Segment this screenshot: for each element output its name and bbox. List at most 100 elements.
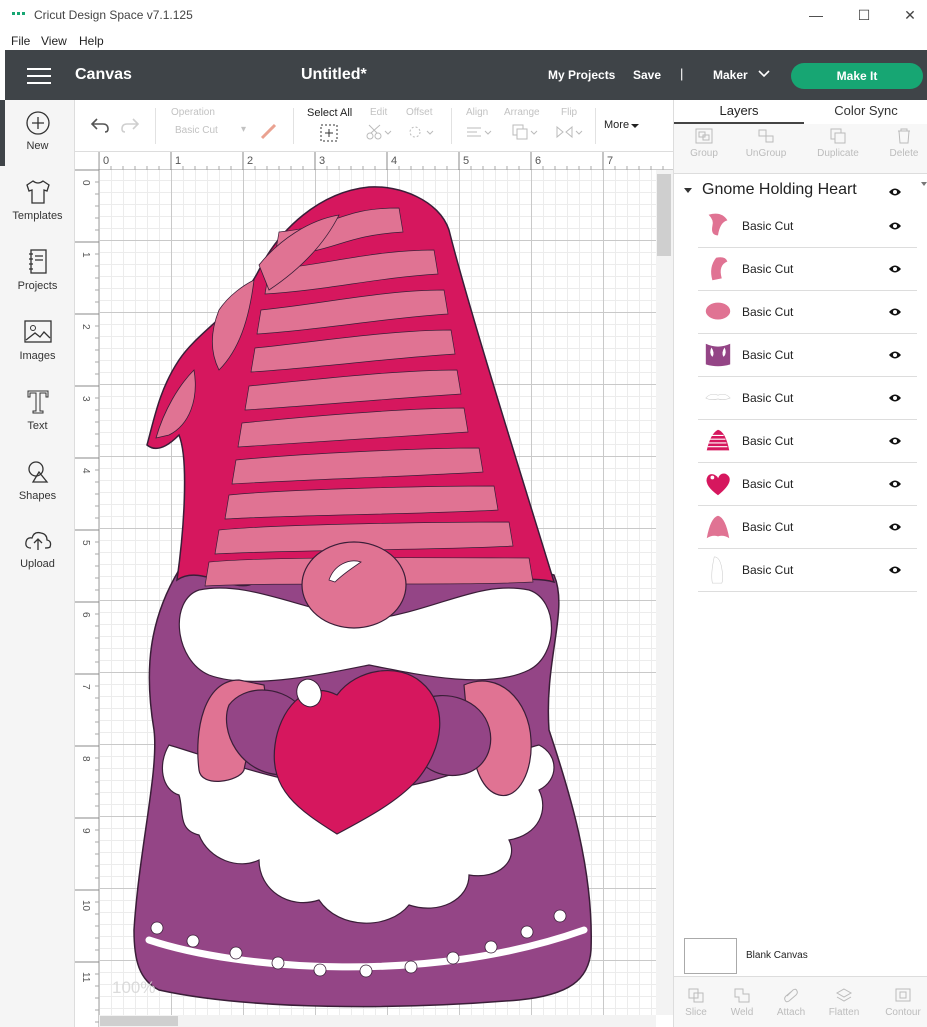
delete-button[interactable]: Delete bbox=[874, 128, 927, 159]
attach-button[interactable]: Attach bbox=[761, 987, 821, 1018]
eye-icon[interactable] bbox=[888, 221, 902, 231]
trim-dot bbox=[446, 951, 460, 965]
paperclip-icon bbox=[784, 988, 798, 1003]
edit-scissors-icon[interactable] bbox=[365, 124, 393, 140]
sidebar-item-templates[interactable]: Templates bbox=[0, 178, 75, 238]
sidebar-item-images[interactable]: Images bbox=[0, 318, 75, 378]
sidebar-label-images: Images bbox=[19, 350, 56, 362]
close-button[interactable]: ✕ bbox=[890, 4, 927, 26]
eye-icon[interactable] bbox=[888, 479, 902, 489]
tshirt-icon bbox=[25, 180, 50, 204]
more-caret-icon[interactable] bbox=[630, 123, 640, 129]
eye-icon[interactable] bbox=[888, 522, 902, 532]
select-all-icon[interactable] bbox=[320, 124, 338, 142]
menu-view[interactable]: View bbox=[41, 34, 67, 48]
layer-row[interactable]: Basic Cut bbox=[698, 506, 917, 549]
mustache-thumb-icon bbox=[705, 393, 731, 400]
layer-label: Basic Cut bbox=[742, 434, 794, 448]
eye-icon[interactable] bbox=[888, 393, 902, 403]
layer-row[interactable]: Basic Cut bbox=[698, 420, 917, 463]
menu-file[interactable]: File bbox=[11, 34, 30, 48]
layer-group-row[interactable]: Gnome Holding Heart bbox=[674, 178, 914, 204]
undo-icon[interactable] bbox=[89, 116, 111, 134]
cloud-upload-icon bbox=[24, 531, 51, 550]
minimize-button[interactable]: — bbox=[796, 4, 836, 26]
machine-selector[interactable]: Maker bbox=[713, 68, 748, 82]
make-it-button[interactable]: Make It bbox=[791, 63, 923, 89]
arrange-icon[interactable] bbox=[511, 123, 539, 141]
layer-row[interactable]: Basic Cut bbox=[698, 248, 917, 291]
trim-dot bbox=[553, 909, 567, 923]
duplicate-icon bbox=[830, 128, 846, 144]
trim-dot bbox=[150, 921, 164, 935]
eye-icon[interactable] bbox=[888, 350, 902, 360]
group-button[interactable]: Group bbox=[674, 128, 734, 159]
align-icon[interactable] bbox=[465, 124, 493, 140]
redo-icon[interactable] bbox=[119, 116, 141, 134]
eye-icon[interactable] bbox=[888, 565, 902, 575]
tab-color-sync[interactable]: Color Sync bbox=[804, 100, 927, 124]
horizontal-scroll-thumb[interactable] bbox=[100, 1016, 178, 1026]
layer-row[interactable]: Basic Cut bbox=[698, 205, 917, 248]
trim-dot bbox=[359, 964, 373, 978]
layer-row[interactable]: Basic Cut bbox=[698, 334, 917, 377]
maximize-button[interactable]: ☐ bbox=[844, 4, 884, 26]
layer-label: Basic Cut bbox=[742, 305, 794, 319]
ruler-left-tick: 9 bbox=[80, 828, 91, 834]
select-all-label[interactable]: Select All bbox=[307, 107, 352, 119]
eye-icon[interactable] bbox=[888, 436, 902, 446]
gnome-artwork[interactable] bbox=[99, 170, 656, 1015]
layer-row[interactable]: Basic Cut bbox=[698, 463, 917, 506]
blank-canvas-swatch[interactable] bbox=[684, 938, 737, 974]
flip-icon[interactable] bbox=[554, 124, 584, 140]
sidebar-label-projects: Projects bbox=[17, 280, 58, 292]
my-projects-link[interactable]: My Projects bbox=[548, 68, 615, 82]
layer-label: Basic Cut bbox=[742, 219, 794, 233]
layer-label: Basic Cut bbox=[742, 477, 794, 491]
hamburger-menu-icon[interactable] bbox=[27, 68, 51, 84]
sidebar-item-projects[interactable]: Projects bbox=[0, 248, 75, 308]
app-header: Canvas Untitled* My Projects Save | Make… bbox=[5, 50, 927, 100]
edit-toolbar: Operation Basic Cut ▾ Select All Edit Of… bbox=[75, 100, 673, 152]
layer-row[interactable]: Basic Cut bbox=[698, 291, 917, 334]
horizontal-scrollbar[interactable] bbox=[99, 1015, 656, 1027]
sidebar-item-text[interactable]: Text bbox=[0, 388, 75, 448]
duplicate-button[interactable]: Duplicate bbox=[808, 128, 868, 159]
active-indicator bbox=[0, 100, 5, 166]
eye-icon[interactable] bbox=[888, 307, 902, 317]
sidebar-item-upload[interactable]: Upload bbox=[0, 528, 75, 588]
nose-thumb-icon bbox=[705, 302, 731, 320]
sidebar-item-new[interactable]: New bbox=[0, 110, 75, 170]
offset-label: Offset bbox=[406, 107, 433, 118]
menu-help[interactable]: Help bbox=[79, 34, 104, 48]
left-sidebar: New Templates Projects Images Text Shape… bbox=[0, 100, 75, 1027]
operation-select[interactable]: Basic Cut bbox=[175, 125, 218, 136]
flatten-button[interactable]: Flatten bbox=[814, 987, 874, 1018]
eye-icon[interactable] bbox=[888, 264, 902, 274]
vertical-scrollbar[interactable] bbox=[656, 170, 673, 1015]
ruler-top-tick: 4 bbox=[391, 155, 397, 167]
offset-icon[interactable] bbox=[407, 124, 435, 140]
ungroup-icon bbox=[758, 129, 774, 143]
eye-icon[interactable] bbox=[888, 187, 902, 197]
contour-button[interactable]: Contour bbox=[873, 987, 927, 1018]
more-button[interactable]: More bbox=[604, 119, 629, 131]
vertical-scroll-thumb[interactable] bbox=[657, 174, 671, 256]
layer-row[interactable]: Basic Cut bbox=[698, 549, 917, 592]
ungroup-button[interactable]: UnGroup bbox=[736, 128, 796, 159]
ruler-top-tick: 0 bbox=[103, 155, 109, 167]
cricut-logo-icon bbox=[12, 12, 25, 15]
flatten-icon bbox=[835, 988, 853, 1002]
group-icon bbox=[695, 128, 713, 144]
layer-row[interactable]: Basic Cut bbox=[698, 377, 917, 420]
collapse-caret-icon[interactable] bbox=[684, 188, 692, 193]
save-button[interactable]: Save bbox=[633, 68, 661, 82]
layers-scrollbar[interactable] bbox=[920, 180, 927, 1010]
group-name: Gnome Holding Heart bbox=[702, 181, 857, 198]
chevron-down-icon[interactable] bbox=[757, 69, 771, 79]
tab-layers[interactable]: Layers bbox=[674, 100, 804, 124]
ruler-top-tick: 5 bbox=[463, 155, 469, 167]
sidebar-item-shapes[interactable]: Shapes bbox=[0, 458, 75, 518]
pen-color-icon[interactable] bbox=[259, 122, 279, 140]
zoom-level[interactable]: 100% bbox=[112, 978, 155, 998]
